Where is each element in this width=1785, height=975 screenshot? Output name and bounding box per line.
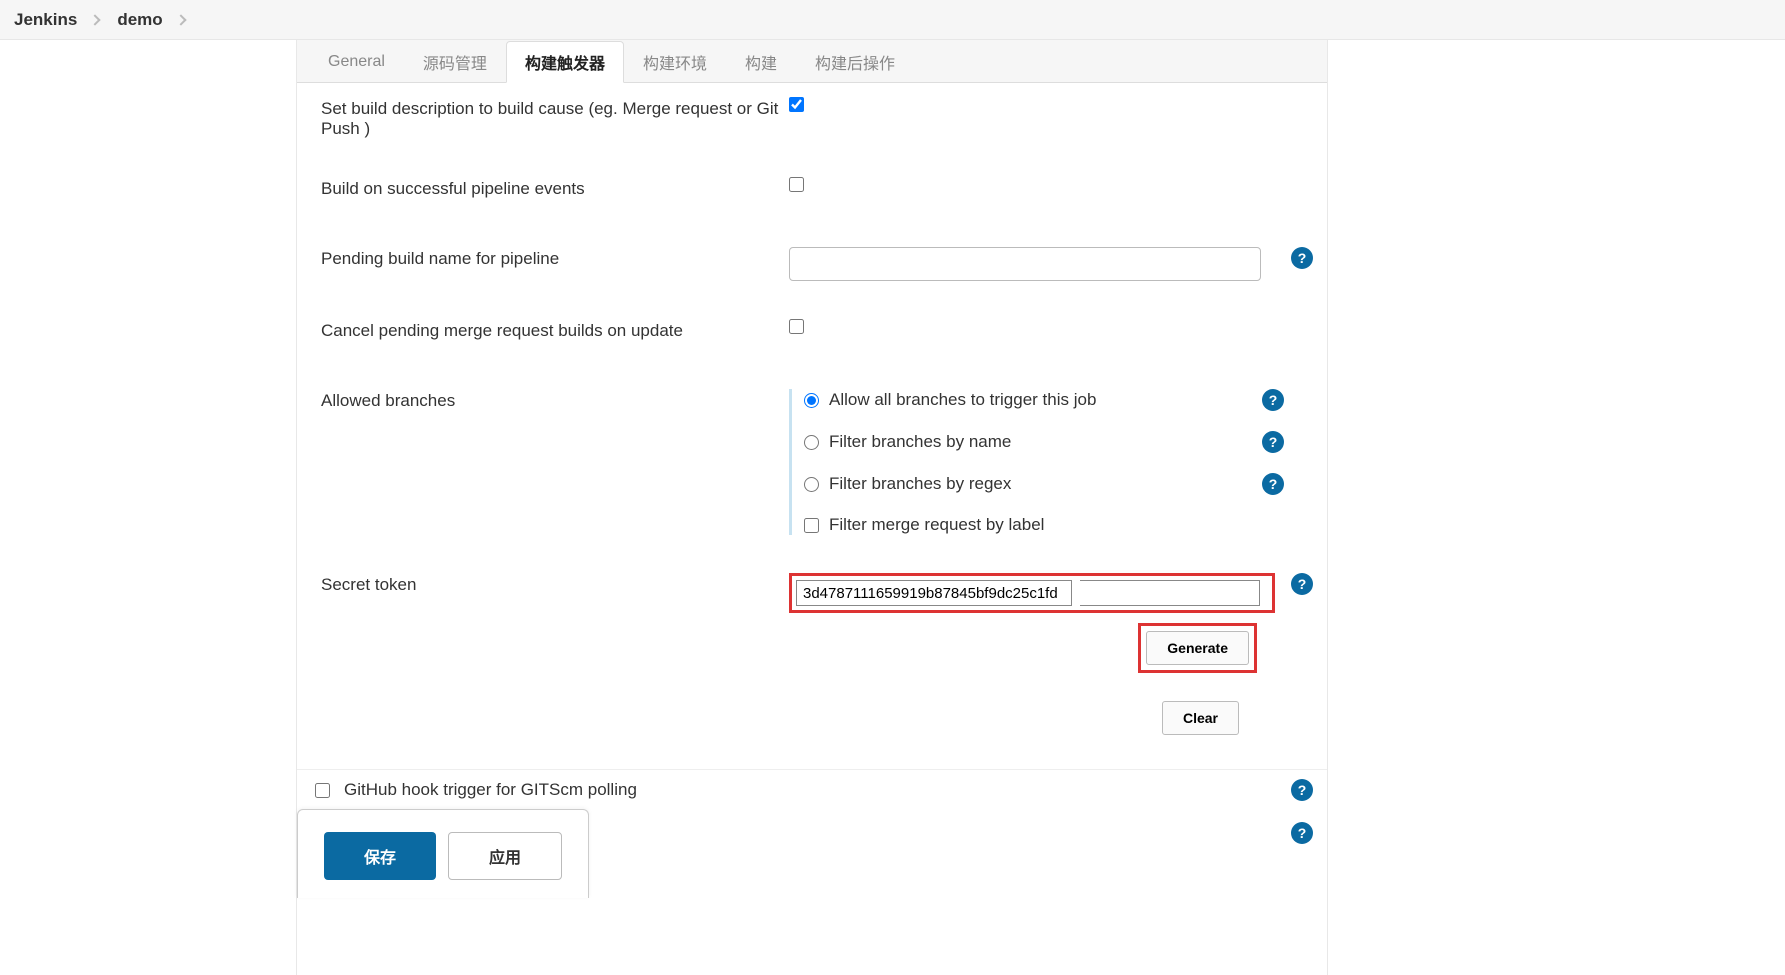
tab-post-build[interactable]: 构建后操作: [796, 40, 914, 82]
cancel-pending-checkbox[interactable]: [789, 319, 804, 334]
secret-token-label: Secret token: [321, 573, 789, 595]
pending-build-name-label: Pending build name for pipeline: [321, 247, 789, 269]
tab-general[interactable]: General: [309, 40, 404, 82]
help-icon[interactable]: ?: [1291, 779, 1313, 801]
tab-build-triggers[interactable]: 构建触发器: [506, 41, 624, 83]
tab-build-env[interactable]: 构建环境: [624, 40, 726, 82]
sidebar-placeholder: [0, 40, 296, 975]
secret-token-highlight: [789, 573, 1275, 613]
footer-actions: 保存 应用: [297, 809, 589, 898]
breadcrumb-root[interactable]: Jenkins: [14, 10, 77, 30]
allowed-branches-group: Allow all branches to trigger this job ?…: [789, 389, 1284, 535]
tab-scm[interactable]: 源码管理: [404, 40, 506, 82]
radio-filter-regex[interactable]: [804, 477, 819, 492]
apply-button[interactable]: 应用: [448, 832, 562, 880]
secret-token-input-extension: [1080, 580, 1260, 606]
pending-build-name-input[interactable]: [789, 247, 1261, 281]
build-on-pipeline-checkbox[interactable]: [789, 177, 804, 192]
chevron-right-icon: [175, 14, 186, 25]
help-icon[interactable]: ?: [1262, 431, 1284, 453]
radio-allow-all[interactable]: [804, 393, 819, 408]
build-on-pipeline-label: Build on successful pipeline events: [321, 177, 789, 199]
config-tabs: General 源码管理 构建触发器 构建环境 构建 构建后操作: [297, 40, 1327, 83]
chevron-right-icon: [90, 14, 101, 25]
help-icon[interactable]: ?: [1262, 473, 1284, 495]
generate-button[interactable]: Generate: [1146, 631, 1249, 665]
set-build-description-checkbox[interactable]: [789, 97, 804, 112]
help-icon[interactable]: ?: [1291, 247, 1313, 269]
set-build-description-label: Set build description to build cause (eg…: [321, 97, 789, 139]
generate-highlight: Generate: [1138, 623, 1257, 673]
breadcrumb-job[interactable]: demo: [117, 10, 162, 30]
clear-button[interactable]: Clear: [1162, 701, 1239, 735]
help-icon[interactable]: ?: [1262, 389, 1284, 411]
radio-filter-name[interactable]: [804, 435, 819, 450]
secret-token-input[interactable]: [796, 580, 1072, 606]
cancel-pending-label: Cancel pending merge request builds on u…: [321, 319, 789, 341]
help-icon[interactable]: ?: [1291, 822, 1313, 844]
github-hook-label: GitHub hook trigger for GITScm polling: [344, 780, 637, 800]
check-filter-label-text: Filter merge request by label: [829, 515, 1044, 535]
tab-build[interactable]: 构建: [726, 40, 796, 82]
radio-allow-all-label: Allow all branches to trigger this job: [829, 390, 1096, 410]
help-icon[interactable]: ?: [1291, 573, 1313, 595]
radio-filter-name-label: Filter branches by name: [829, 432, 1011, 452]
check-filter-label[interactable]: [804, 518, 819, 533]
github-hook-checkbox[interactable]: [315, 783, 330, 798]
allowed-branches-label: Allowed branches: [321, 389, 789, 411]
radio-filter-regex-label: Filter branches by regex: [829, 474, 1011, 494]
breadcrumb: Jenkins demo: [0, 0, 1785, 40]
save-button[interactable]: 保存: [324, 832, 436, 880]
